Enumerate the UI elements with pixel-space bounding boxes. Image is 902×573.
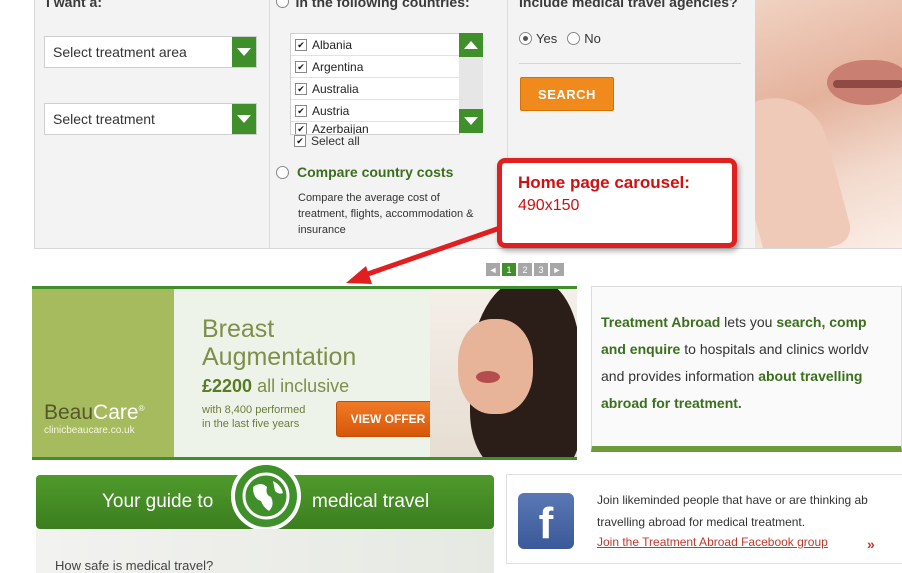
yes-radio[interactable] [519,32,532,45]
callout-title: Home page carousel: [518,173,690,192]
search-button[interactable]: SEARCH [520,77,614,111]
checkbox-icon[interactable]: ✔ [295,104,307,117]
treatment-area-value: Select treatment area [53,44,187,60]
brand-url: clinicbeaucare.co.uk [44,425,135,436]
country-scrollbar[interactable] [459,33,483,133]
scroll-up-icon[interactable] [459,33,483,57]
countries-heading: In the following countries: [295,0,470,10]
facebook-group-link[interactable]: Join the Treatment Abroad Facebook group [597,535,828,549]
annotation-callout: Home page carousel: 490x150 [497,158,737,248]
want-heading: I want a: [46,0,103,10]
countries-heading-row: In the following countries: [276,0,470,12]
view-offer-button[interactable]: VIEW OFFER [336,401,440,437]
compare-radio[interactable] [276,165,289,179]
guide-banner[interactable]: Your guide to medical travel [36,461,494,531]
carousel-price: £2200 all inclusive [202,376,350,396]
pager-page-1[interactable]: 1 [502,263,516,276]
divider [519,63,741,64]
pager-page-3[interactable]: 3 [534,263,548,276]
intro-box: Treatment Abroad lets you search, comp a… [591,286,902,452]
agencies-heading: Include medical travel agencies? [519,0,738,10]
compare-description: Compare the average cost of treatment, f… [298,192,474,236]
country-item[interactable]: ✔ Argentina [291,56,459,78]
no-radio[interactable] [567,32,581,45]
compare-title: Compare country costs [297,164,454,180]
guide-right-text: medical travel [312,491,430,512]
checkbox-icon[interactable]: ✔ [295,60,307,73]
callout-size: 490x150 [518,197,580,214]
chevron-down-icon[interactable] [232,104,256,134]
select-all[interactable]: ✔ Select all [294,134,360,148]
pager-page-2[interactable]: 2 [518,263,532,276]
country-list[interactable]: ✔ Albania ✔ Argentina ✔ Australia ✔ Austria … [290,33,460,135]
guide-question-link[interactable]: How safe is medical travel? [55,558,213,573]
carousel-pager: ◄ 1 2 3 ► [486,263,564,276]
carousel-performed: with 8,400 performed in the last five ye… [202,404,306,430]
treatment-area-select[interactable]: Select treatment area [44,36,257,68]
facebook-text: Join likeminded people that have or are … [597,493,868,529]
chevron-down-icon[interactable] [232,37,256,67]
checkbox-icon[interactable]: ✔ [295,82,307,95]
double-chevron-right-icon[interactable]: » [867,536,875,552]
facebook-icon[interactable]: f [518,493,574,549]
country-item[interactable]: ✔ Albania [291,34,459,56]
checkbox-icon[interactable]: ✔ [294,135,306,147]
hero-face-image [755,0,902,248]
next-arrow-icon[interactable]: ► [550,263,564,276]
scroll-down-icon[interactable] [459,109,483,133]
globe-icon [231,461,301,531]
treatment-value: Select treatment [53,111,155,127]
country-item[interactable]: ✔ Austria [291,100,459,122]
checkbox-icon[interactable]: ✔ [295,38,307,51]
countries-radio[interactable] [276,0,289,9]
brand-logo: BeauCare® [44,401,145,424]
carousel-title: Breast Augmentation [202,315,357,371]
agency-options: Yes No [519,31,601,46]
carousel-model-image [430,289,577,457]
treatment-select[interactable]: Select treatment [44,103,257,135]
home-carousel[interactable]: BeauCare® clinicbeaucare.co.uk Breast Au… [32,286,577,460]
compare-option[interactable]: Compare country costs [276,164,453,180]
prev-arrow-icon[interactable]: ◄ [486,263,500,276]
country-item[interactable]: ✔ Australia [291,78,459,100]
guide-left-text: Your guide to [102,491,214,512]
